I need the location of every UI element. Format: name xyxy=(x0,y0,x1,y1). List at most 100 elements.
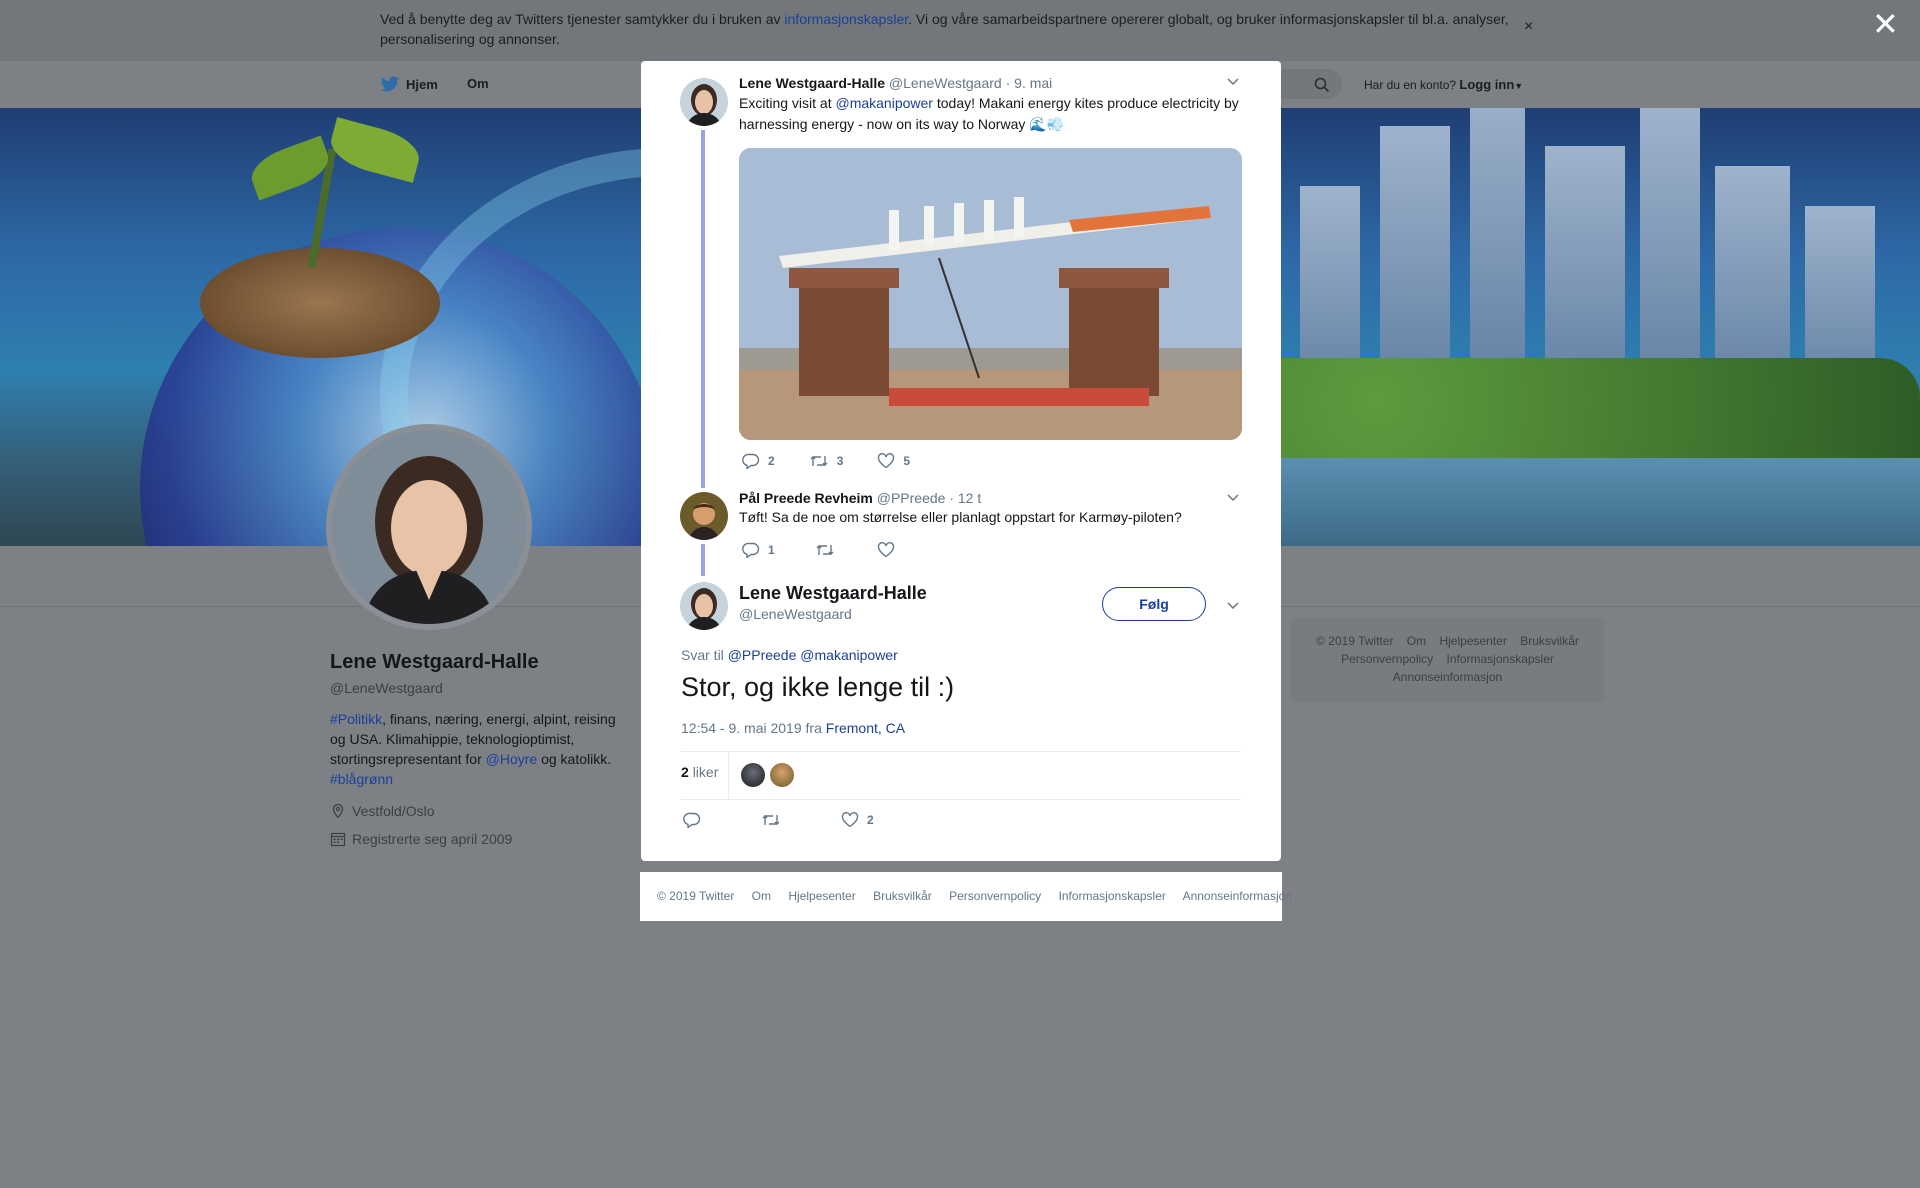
tweet2-reply-count: 1 xyxy=(768,543,775,557)
nav-about[interactable]: Om xyxy=(467,76,489,91)
follow-button[interactable]: Følg xyxy=(1102,587,1206,621)
bio-hashtag-politikk[interactable]: #Politikk xyxy=(330,711,382,727)
profile-location-text: Vestfold/Oslo xyxy=(352,803,435,819)
main-tweet-more-chevron-icon[interactable] xyxy=(1226,598,1240,614)
reply-to-mention-makanipower[interactable]: @makanipower xyxy=(800,647,897,663)
likes-count: 2 xyxy=(681,764,689,780)
heart-icon xyxy=(878,453,895,469)
cookie-close-button[interactable]: × xyxy=(1524,18,1533,36)
footer-copyright: © 2019 Twitter xyxy=(657,889,735,903)
side-footer-cookies[interactable]: Informasjonskapsler xyxy=(1447,652,1554,666)
cookie-link[interactable]: informasjonskapsler xyxy=(784,11,908,27)
login-link[interactable]: Logg inn xyxy=(1459,77,1514,92)
main-like-button[interactable]: 2 xyxy=(841,812,874,828)
liker-avatar[interactable] xyxy=(770,763,794,787)
divider xyxy=(681,751,1241,752)
banner-leaf xyxy=(325,117,425,183)
divider xyxy=(728,752,729,800)
footer-ads[interactable]: Annonseinformasjon xyxy=(1183,889,1292,903)
profile-name: Lene Westgaard-Halle xyxy=(330,651,539,673)
nav-home-label: Hjem xyxy=(406,77,438,92)
main-tweet-author-handle[interactable]: @LeneWestgaard xyxy=(739,606,852,622)
main-like-count: 2 xyxy=(867,813,874,827)
tweet1-author-handle[interactable]: @LeneWestgaard xyxy=(889,75,1002,91)
tweet1-retweet-button[interactable]: 3 xyxy=(809,453,844,469)
tweet2-time[interactable]: · 12 t xyxy=(949,490,981,506)
side-footer-privacy[interactable]: Personvernpolicy xyxy=(1341,652,1433,666)
profile-handle: @LeneWestgaard xyxy=(330,680,443,696)
reply-to-mention-ppreede[interactable]: @PPreede xyxy=(728,647,797,663)
tweet1-time[interactable]: · 9. mai xyxy=(1006,75,1053,91)
avatar-portrait xyxy=(332,430,526,624)
heart-icon xyxy=(841,812,859,828)
kite-photo-image xyxy=(739,148,1242,440)
account-prompt: Har du en konto? Logg inn▼ xyxy=(1364,77,1523,92)
tweet2-retweet-button[interactable] xyxy=(815,542,835,558)
modal-footer: © 2019 Twitter Om Hjelpesenter Bruksvilk… xyxy=(640,872,1292,921)
main-retweet-button[interactable] xyxy=(761,812,781,828)
side-footer-ads[interactable]: Annonseinformasjon xyxy=(1393,670,1502,684)
tweet2-reply-button[interactable]: 1 xyxy=(742,542,775,558)
tweet1-header: Lene Westgaard-Halle @LeneWestgaard · 9.… xyxy=(739,75,1052,91)
tweet1-retweet-count: 3 xyxy=(836,454,844,468)
tweet2-like-button[interactable] xyxy=(877,542,895,558)
modal-close-button[interactable]: ✕ xyxy=(1872,8,1899,40)
tweet2-more-chevron-icon[interactable] xyxy=(1226,490,1240,506)
side-footer-terms[interactable]: Bruksvilkår xyxy=(1520,634,1579,648)
profile-avatar[interactable] xyxy=(326,424,532,630)
thread-line xyxy=(701,130,705,488)
bio-hashtag-blagronn[interactable]: #blågrønn xyxy=(330,771,393,787)
nav-home[interactable]: Hjem xyxy=(380,76,438,93)
banner-soil xyxy=(200,248,440,358)
main-tweet-author-name[interactable]: Lene Westgaard-Halle xyxy=(739,583,927,604)
search-icon[interactable] xyxy=(1314,77,1330,98)
divider xyxy=(681,799,1241,800)
profile-joined-text: Registrerte seg april 2009 xyxy=(352,831,513,847)
reply-to-label: Svar til xyxy=(681,647,724,663)
tweet1-like-button[interactable]: 5 xyxy=(877,453,910,469)
calendar-icon xyxy=(330,832,346,847)
caret-down-icon: ▼ xyxy=(1514,81,1524,91)
tweet1-author-name[interactable]: Lene Westgaard-Halle xyxy=(739,75,885,91)
tweet2-author-handle[interactable]: @PPreede xyxy=(877,490,946,506)
bio-mention-hoyre[interactable]: @Hoyre xyxy=(486,751,538,767)
tweet2-author-name[interactable]: Pål Preede Revheim xyxy=(739,490,873,506)
tweet1-reply-button[interactable]: 2 xyxy=(742,453,775,469)
footer-privacy[interactable]: Personvernpolicy xyxy=(949,889,1041,903)
side-footer-about[interactable]: Om xyxy=(1407,634,1426,648)
retweet-icon xyxy=(762,815,780,825)
side-footer-copyright: © 2019 Twitter xyxy=(1316,634,1394,648)
reply-to: Svar til @PPreede @makanipower xyxy=(681,647,898,663)
location-pin-icon xyxy=(332,803,344,819)
footer-about[interactable]: Om xyxy=(752,889,771,903)
cookie-text-before: Ved å benytte deg av Twitters tjenester … xyxy=(380,11,785,27)
main-tweet-avatar[interactable] xyxy=(680,582,728,630)
footer-terms[interactable]: Bruksvilkår xyxy=(873,889,932,903)
main-tweet-location[interactable]: Fremont, CA xyxy=(826,720,905,736)
main-reply-button[interactable] xyxy=(683,812,701,828)
account-prompt-text: Har du en konto? xyxy=(1364,78,1457,92)
tweet2-text: Tøft! Sa de noe om størrelse eller planl… xyxy=(739,509,1182,525)
footer-help[interactable]: Hjelpesenter xyxy=(788,889,855,903)
tweet1-photo[interactable] xyxy=(739,148,1242,440)
tweet2-avatar[interactable] xyxy=(680,492,728,540)
cookie-text: Ved å benytte deg av Twitters tjenester … xyxy=(380,9,1510,49)
profile-joined: Registrerte seg april 2009 xyxy=(330,831,512,847)
main-tweet-timestamp[interactable]: 12:54 - 9. mai 2019 fra xyxy=(681,720,822,736)
tweet1-mention[interactable]: @makanipower xyxy=(835,95,932,111)
retweet-icon xyxy=(810,456,828,466)
banner-water xyxy=(1240,458,1920,546)
retweet-icon xyxy=(816,545,834,555)
side-footer: © 2019 Twitter Om Hjelpesenter Bruksvilk… xyxy=(1291,618,1604,702)
tweet1-like-count: 5 xyxy=(903,454,911,468)
side-footer-help[interactable]: Hjelpesenter xyxy=(1439,634,1506,648)
liker-avatar[interactable] xyxy=(741,763,765,787)
reply-icon xyxy=(742,542,760,558)
tweet1-more-chevron-icon[interactable] xyxy=(1226,74,1240,90)
heart-icon xyxy=(877,542,894,558)
likes-summary[interactable]: 2 liker xyxy=(681,764,718,780)
footer-cookies[interactable]: Informasjonskapsler xyxy=(1059,889,1166,903)
tweet1-avatar[interactable] xyxy=(680,78,728,126)
tweet1-actions: 2 3 5 xyxy=(742,453,944,469)
main-tweet-actions: 2 xyxy=(683,812,908,828)
